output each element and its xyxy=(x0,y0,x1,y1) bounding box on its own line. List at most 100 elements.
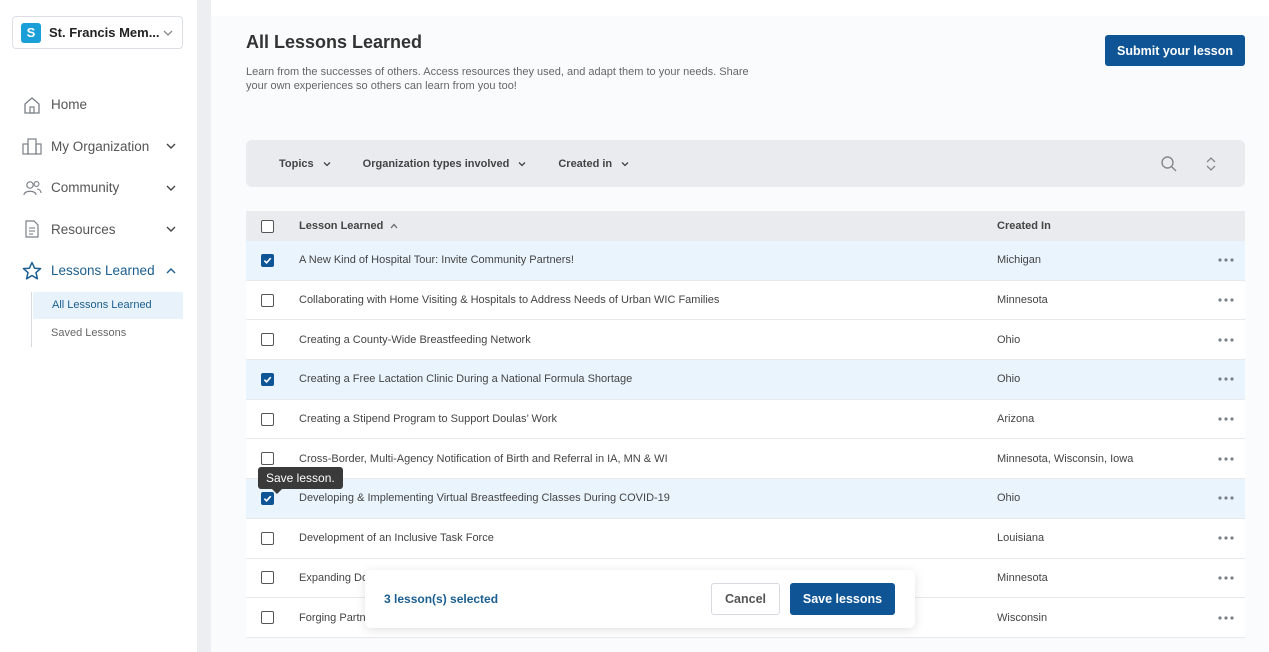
row-checkbox[interactable] xyxy=(261,611,274,625)
building-icon xyxy=(22,136,42,156)
row-checkbox[interactable] xyxy=(261,452,274,466)
more-options-icon[interactable] xyxy=(1207,576,1245,580)
more-options-icon[interactable] xyxy=(1207,536,1245,540)
filter-label: Organization types involved xyxy=(362,157,510,170)
lesson-title[interactable]: Creating a Stipend Program to Support Do… xyxy=(299,413,997,425)
row-checkbox[interactable] xyxy=(261,531,274,545)
table-row[interactable]: Development of an Inclusive Task Force Lo… xyxy=(246,518,1245,559)
lesson-title[interactable]: Developing & Implementing Virtual Breast… xyxy=(299,492,997,504)
lesson-title[interactable]: Development of an Inclusive Task Force xyxy=(299,532,997,544)
created-in: Ohio xyxy=(997,492,1021,505)
chevron-down-icon xyxy=(166,226,176,233)
chevron-down-icon xyxy=(621,161,629,166)
ellipsis-icon xyxy=(1218,457,1234,461)
row-checkbox[interactable] xyxy=(261,293,274,307)
sidebar-item-label: My Organization xyxy=(51,138,150,154)
row-checkbox[interactable] xyxy=(261,372,274,386)
table-header: Lesson Learned Created In xyxy=(246,211,1245,241)
table-row[interactable]: Collaborating with Home Visiting & Hospi… xyxy=(246,280,1245,321)
lessons-subnav: All Lessons Learned Saved Lessons xyxy=(31,291,183,347)
filter-label: Created in xyxy=(558,157,613,170)
row-checkbox-cell xyxy=(246,611,299,625)
table-row[interactable]: Creating a Stipend Program to Support Do… xyxy=(246,399,1245,440)
more-options-icon[interactable] xyxy=(1207,338,1245,342)
more-options-icon[interactable] xyxy=(1207,258,1245,262)
lesson-title[interactable]: Collaborating with Home Visiting & Hospi… xyxy=(299,294,997,306)
created-in: Michigan xyxy=(997,254,1042,267)
filter-topics[interactable]: Topics xyxy=(279,158,332,170)
chevron-down-icon xyxy=(166,143,176,150)
save-lessons-button[interactable]: Save lessons xyxy=(790,583,895,615)
search-icon[interactable] xyxy=(1160,155,1178,173)
row-checkbox-cell xyxy=(246,531,299,545)
row-checkbox[interactable] xyxy=(261,253,274,267)
row-checkbox-cell xyxy=(246,253,299,267)
filter-bar: Topics Organization types involved Creat… xyxy=(246,140,1245,187)
page-description: Learn from the successes of others. Acce… xyxy=(246,66,749,92)
row-checkbox-cell xyxy=(246,412,299,426)
more-options-icon[interactable] xyxy=(1207,417,1245,421)
table-row[interactable]: Creating a County-Wide Breastfeeding Net… xyxy=(246,320,1245,361)
row-checkbox-cell xyxy=(246,571,299,585)
sidebar-nav: Home My Organization Community Resources xyxy=(0,84,197,347)
organization-selector[interactable]: S St. Francis Mem... xyxy=(12,16,183,49)
row-checkbox[interactable] xyxy=(261,333,274,347)
chevron-up-icon xyxy=(166,267,176,274)
chevron-down-icon xyxy=(163,30,173,36)
sidebar-item-my-organization[interactable]: My Organization xyxy=(0,126,197,168)
chevron-down-icon xyxy=(518,161,526,166)
lesson-title[interactable]: Cross-Border, Multi-Agency Notification … xyxy=(299,453,997,465)
row-checkbox-cell xyxy=(246,452,299,466)
sidebar-item-resources[interactable]: Resources xyxy=(0,209,197,251)
row-checkbox[interactable] xyxy=(261,412,274,426)
sidebar-item-label: Home xyxy=(51,97,88,113)
sidebar-item-label: Resources xyxy=(51,221,116,237)
ellipsis-icon xyxy=(1218,377,1234,382)
created-in: Ohio xyxy=(997,373,1021,386)
more-options-icon[interactable] xyxy=(1207,377,1245,382)
cancel-button[interactable]: Cancel xyxy=(711,583,780,615)
more-options-icon[interactable] xyxy=(1207,457,1245,461)
created-in: Louisiana xyxy=(997,532,1045,545)
select-all-checkbox[interactable] xyxy=(261,219,274,233)
lesson-title[interactable]: A New Kind of Hospital Tour: Invite Comm… xyxy=(299,254,997,266)
sidebar-divider xyxy=(197,0,211,652)
column-header-created[interactable]: Created In xyxy=(997,220,1207,232)
checkmark-icon xyxy=(263,495,272,502)
table-row[interactable]: Cross-Border, Multi-Agency Notification … xyxy=(246,439,1245,480)
created-in: Minnesota xyxy=(997,571,1048,584)
checkmark-icon xyxy=(263,376,272,383)
more-options-icon[interactable] xyxy=(1207,298,1245,302)
table-row[interactable]: Creating a Free Lactation Clinic During … xyxy=(246,360,1245,400)
star-icon xyxy=(22,261,42,281)
tooltip-arrow xyxy=(272,489,282,494)
table-row[interactable]: A New Kind of Hospital Tour: Invite Comm… xyxy=(246,241,1245,281)
lesson-title[interactable]: Creating a County-Wide Breastfeeding Net… xyxy=(299,334,997,346)
sidebar-item-home[interactable]: Home xyxy=(0,84,197,126)
created-in: Ohio xyxy=(997,333,1021,346)
table-row[interactable]: Developing & Implementing Virtual Breast… xyxy=(246,479,1245,519)
filter-created-in[interactable]: Created in xyxy=(558,158,630,170)
created-in: Arizona xyxy=(997,413,1035,426)
sidebar-item-lessons-learned[interactable]: Lessons Learned xyxy=(0,250,197,292)
sort-icon[interactable] xyxy=(1204,155,1218,173)
filter-organization-types[interactable]: Organization types involved xyxy=(363,158,528,170)
row-checkbox[interactable] xyxy=(261,571,274,585)
page-title: All Lessons Learned xyxy=(246,32,423,52)
column-header-lesson[interactable]: Lesson Learned xyxy=(299,220,997,232)
submit-lesson-button[interactable]: Submit your lesson xyxy=(1105,35,1245,66)
created-in: Wisconsin xyxy=(997,611,1048,624)
sidebar-subitem-all-lessons[interactable]: All Lessons Learned xyxy=(33,291,183,319)
lesson-title[interactable]: Creating a Free Lactation Clinic During … xyxy=(299,373,997,385)
more-options-icon[interactable] xyxy=(1207,615,1245,620)
sidebar-subitem-saved-lessons[interactable]: Saved Lessons xyxy=(32,319,183,347)
selection-action-bar: 3 lesson(s) selected Cancel Save lessons xyxy=(365,570,915,628)
sidebar-item-community[interactable]: Community xyxy=(0,167,197,209)
ellipsis-icon xyxy=(1218,258,1234,262)
ellipsis-icon xyxy=(1218,298,1234,302)
ellipsis-icon xyxy=(1218,576,1234,580)
ellipsis-icon xyxy=(1218,496,1234,501)
more-options-icon[interactable] xyxy=(1207,496,1245,501)
row-checkbox-cell xyxy=(246,372,299,386)
document-icon xyxy=(22,219,42,239)
